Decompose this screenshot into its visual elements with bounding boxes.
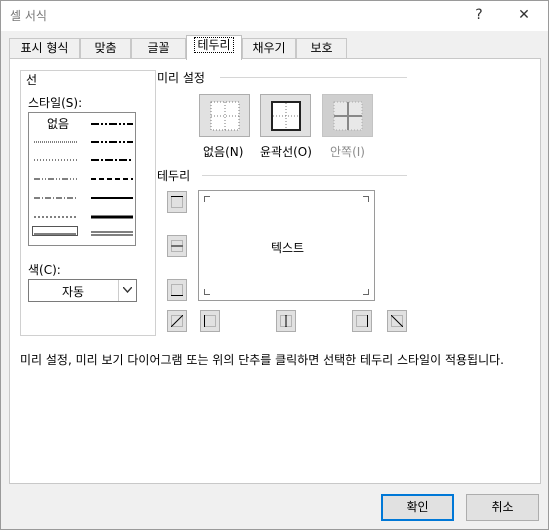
line-group-label: 선	[24, 71, 40, 88]
preset-inside-button[interactable]	[322, 94, 373, 137]
border-group-label: 테두리	[157, 169, 191, 183]
border-inside-icon	[333, 101, 363, 131]
presets-group-label: 미리 설정	[157, 71, 205, 85]
border-diagonal-down-icon	[391, 315, 403, 327]
border-top-icon	[171, 196, 183, 208]
line-style-right-column	[91, 123, 133, 236]
line-style-label: 스타일(S):	[28, 96, 83, 110]
cancel-button[interactable]: 취소	[466, 494, 539, 521]
border-right-button[interactable]	[352, 310, 372, 332]
tab-label: 글꼴	[147, 41, 170, 55]
border-preview[interactable]: 텍스트	[198, 190, 375, 301]
preview-corner	[363, 196, 369, 202]
line-color-value: 자동	[61, 285, 85, 299]
border-left-icon	[204, 315, 216, 327]
border-inside-horizontal-icon	[171, 240, 183, 252]
border-none-icon	[210, 101, 240, 131]
chevron-down-icon[interactable]	[118, 280, 136, 301]
ok-button[interactable]: 확인	[381, 494, 454, 521]
tab-number[interactable]: 표시 형식	[9, 38, 80, 59]
help-button[interactable]: ?	[464, 4, 494, 26]
format-cells-dialog: 셀 서식 ? ✕ 표시 형식 맞춤 글꼴 테두리 채우기 보호 선 스타일(S)…	[0, 0, 549, 530]
border-bottom-icon	[171, 284, 183, 296]
tab-label: 채우기	[252, 41, 286, 55]
preset-none-label: 없음(N)	[203, 145, 244, 159]
line-style-selected	[32, 226, 78, 236]
preview-corner	[204, 196, 210, 202]
tab-label: 맞춤	[94, 41, 117, 55]
border-bottom-button[interactable]	[167, 279, 187, 301]
line-style-list[interactable]: 없음	[28, 112, 136, 246]
presets-divider	[220, 77, 407, 78]
preset-outline-label: 윤곽선(O)	[260, 145, 312, 159]
preset-outline-button[interactable]	[260, 94, 311, 137]
tab-label: 보호	[310, 41, 333, 55]
tab-fill[interactable]: 채우기	[242, 38, 296, 59]
border-outline-icon	[271, 101, 301, 131]
border-inside-vertical-icon	[280, 315, 292, 327]
line-style-left-column	[34, 141, 77, 235]
tab-label: 테두리	[194, 37, 234, 53]
border-tab-panel: 선 스타일(S): 없음 색(C): 자동 미리 설정 없음(N) 윤곽선(O)…	[9, 58, 541, 484]
window-title: 셀 서식	[10, 9, 47, 23]
border-divider	[202, 175, 407, 176]
preview-corner	[204, 289, 210, 295]
preview-text: 텍스트	[270, 241, 305, 255]
border-inside-horizontal-button[interactable]	[167, 235, 187, 257]
close-button[interactable]: ✕	[509, 4, 539, 26]
border-diagonal-down-button[interactable]	[387, 310, 407, 332]
border-diagonal-up-icon	[171, 315, 183, 327]
border-left-button[interactable]	[200, 310, 220, 332]
preset-inside-label: 안쪽(I)	[330, 145, 365, 159]
border-right-icon	[356, 315, 368, 327]
tab-alignment[interactable]: 맞춤	[80, 38, 131, 59]
description-text: 미리 설정, 미리 보기 다이어그램 또는 위의 단추를 클릭하면 선택한 테두…	[20, 353, 504, 367]
tab-label: 표시 형식	[20, 41, 69, 55]
border-inside-vertical-button[interactable]	[276, 310, 296, 332]
tab-font[interactable]: 글꼴	[131, 38, 186, 59]
tab-border[interactable]: 테두리	[186, 35, 242, 60]
border-top-button[interactable]	[167, 191, 187, 213]
title-bar: 셀 서식 ? ✕	[1, 1, 548, 31]
line-color-label: 색(C):	[28, 263, 61, 277]
tab-protection[interactable]: 보호	[296, 38, 347, 59]
line-color-select[interactable]: 자동	[28, 279, 137, 302]
preset-none-button[interactable]	[199, 94, 250, 137]
border-diagonal-up-button[interactable]	[167, 310, 187, 332]
preview-corner	[363, 289, 369, 295]
